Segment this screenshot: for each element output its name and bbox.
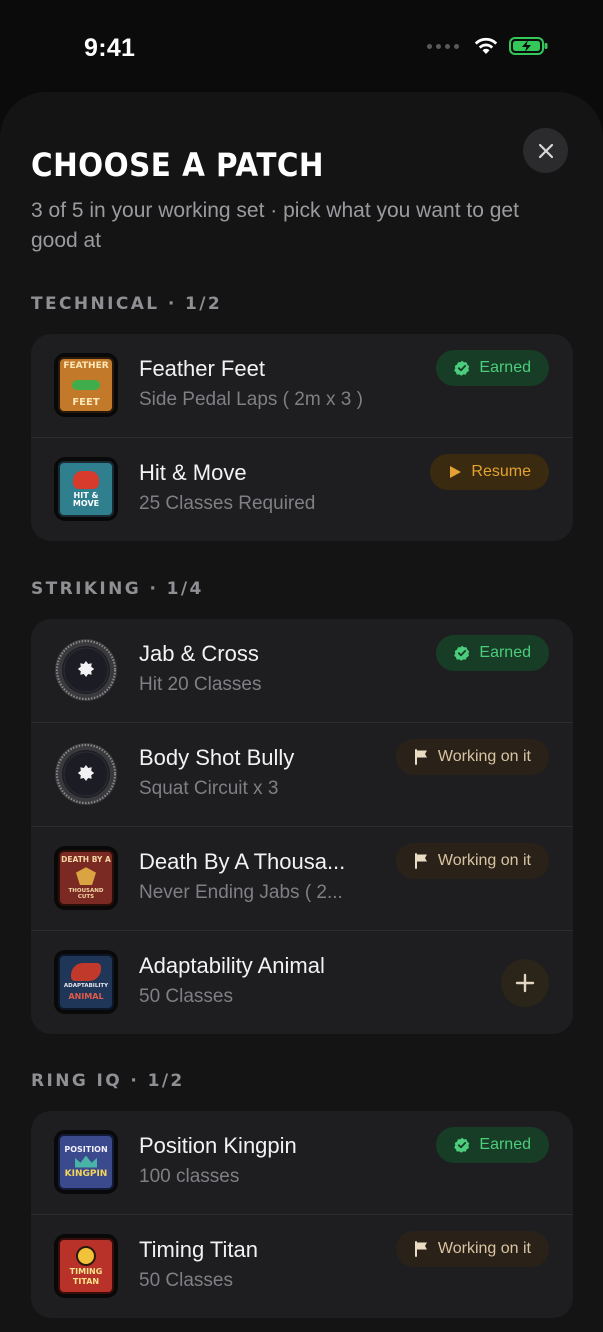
patch-badge-hit-move: HIT & MOVE [54,457,118,521]
page-title: CHOOSE A PATCH [31,146,325,184]
patch-row[interactable]: POSITION KINGPIN Position Kingpin 100 cl… [31,1111,573,1215]
section-label-technical: TECHNICAL · 1/2 [31,294,223,314]
section-card-ring-iq: POSITION KINGPIN Position Kingpin 100 cl… [31,1111,573,1318]
patch-title: Feather Feet [139,356,265,381]
verified-icon [454,645,470,661]
patch-requirement: 50 Classes [139,986,233,1007]
status-time: 9:41 [84,34,136,62]
patch-row[interactable]: Jab & Cross Hit 20 Classes Earned [31,619,573,723]
patch-row[interactable]: Body Shot Bully Squat Circuit x 3 Workin… [31,723,573,827]
battery-icon [509,37,548,55]
close-button[interactable] [523,128,568,173]
patch-title: Body Shot Bully [139,745,295,770]
patch-requirement: 50 Classes [139,1270,233,1291]
patch-badge-timing-titan: TIMING TITAN [54,1234,118,1298]
status-bar: 9:41 [0,0,603,92]
patch-title: Hit & Move [139,460,247,485]
wifi-icon [474,37,498,54]
add-patch-button[interactable] [501,959,549,1007]
locked-patch-placeholder-icon [55,743,117,805]
section-card-striking: Jab & Cross Hit 20 Classes Earned Body S… [31,619,573,1034]
patch-requirement: Never Ending Jabs ( 2... [139,882,343,903]
section-label-striking: STRIKING · 1/4 [31,579,204,599]
earned-badge: Earned [436,1127,549,1163]
flag-icon [414,853,427,869]
patch-title: Position Kingpin [139,1133,297,1158]
patch-title: Jab & Cross [139,641,259,666]
working-on-it-badge[interactable]: Working on it [395,1231,549,1267]
patch-requirement: 100 classes [139,1166,240,1187]
patch-requirement: Side Pedal Laps ( 2m x 3 ) [139,389,363,410]
plus-icon [515,973,535,993]
patch-badge-position-kingpin: POSITION KINGPIN [54,1130,118,1194]
patch-row[interactable]: ADAPTABILITY ANIMAL Adaptability Animal … [31,931,573,1034]
patch-requirement: Hit 20 Classes [139,674,262,695]
patch-row[interactable]: TIMING TITAN Timing Titan 50 Classes Wor… [31,1215,573,1318]
section-label-ring-iq: RING IQ · 1/2 [31,1071,185,1091]
patch-badge-adaptability-animal: ADAPTABILITY ANIMAL [54,950,118,1014]
flag-icon [414,1241,427,1257]
patch-badge-feather-feet: FEATHER FEET [54,353,118,417]
section-card-technical: FEATHER FEET Feather Feet Side Pedal Lap… [31,334,573,541]
status-icons [427,36,549,56]
patch-requirement: 25 Classes Required [139,493,316,514]
verified-icon [454,360,470,376]
working-on-it-badge[interactable]: Working on it [395,843,549,879]
working-on-it-badge[interactable]: Working on it [395,739,549,775]
earned-badge: Earned [436,635,549,671]
resume-button[interactable]: Resume [430,454,549,490]
patch-title: Adaptability Animal [139,953,325,978]
patch-row[interactable]: FEATHER FEET Feather Feet Side Pedal Lap… [31,334,573,438]
flag-icon [414,749,427,765]
patch-requirement: Squat Circuit x 3 [139,778,279,799]
play-icon [450,466,462,478]
signal-icon [427,43,459,49]
patch-title: Timing Titan [139,1237,259,1262]
patch-row[interactable]: HIT & MOVE Hit & Move 25 Classes Require… [31,438,573,541]
locked-patch-placeholder-icon [55,639,117,701]
verified-icon [454,1137,470,1153]
earned-badge: Earned [436,350,549,386]
page-subtitle: 3 of 5 in your working set · pick what y… [31,199,519,252]
patch-title: Death By A Thousa... [139,849,346,874]
patch-badge-death-by-a-thousand-cuts: DEATH BY A THOUSAND CUTS [54,846,118,910]
patch-row[interactable]: DEATH BY A THOUSAND CUTS Death By A Thou… [31,827,573,931]
close-icon [538,143,553,158]
